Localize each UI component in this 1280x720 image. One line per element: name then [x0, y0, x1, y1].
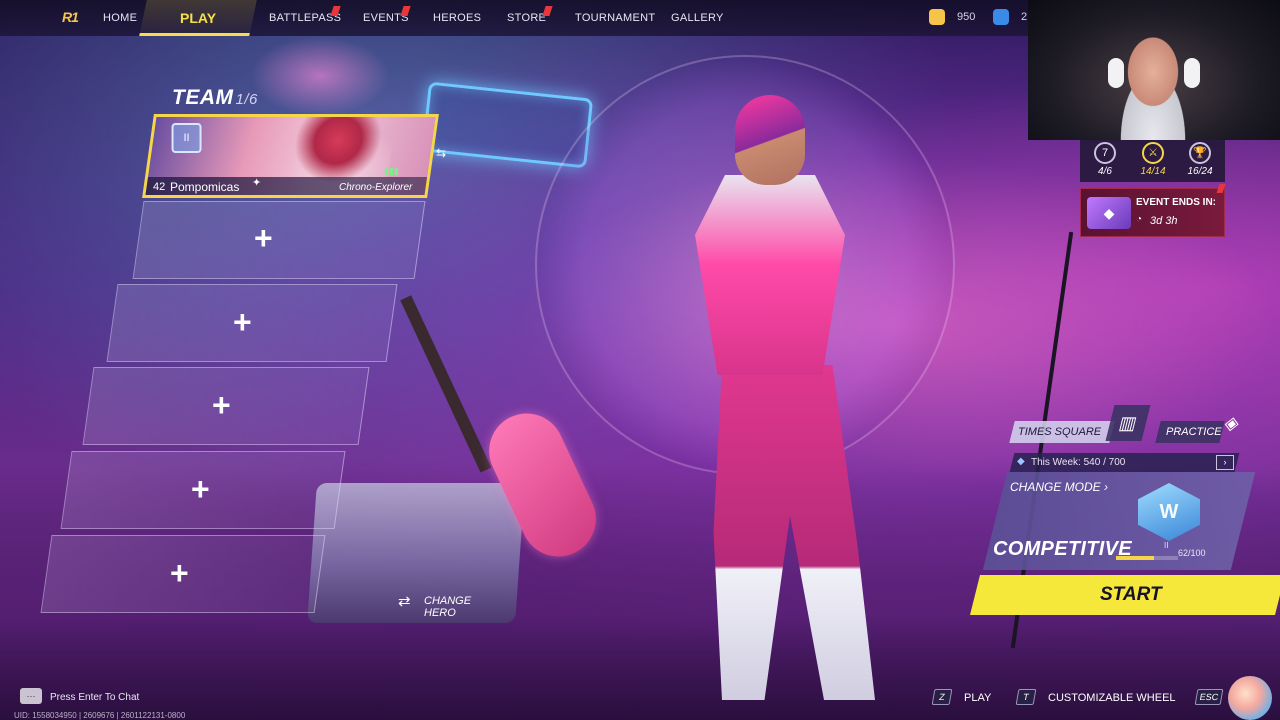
hero-count-icon: 7 — [1094, 142, 1116, 164]
empty-team-slot-3[interactable] — [106, 284, 398, 362]
nav-gallery[interactable]: GALLERY — [671, 0, 724, 36]
chat-hint[interactable]: Press Enter To Chat — [50, 692, 139, 703]
premium-currency-amount: 2 — [1021, 11, 1028, 23]
crossed-swords-icon: ⚔ — [1142, 142, 1164, 164]
stat-challenges-value: 14/14 — [1140, 166, 1166, 177]
hero-body — [695, 175, 845, 375]
online-status-icon: ▮▮▮ — [384, 166, 399, 176]
nav-events[interactable]: EVENTS — [363, 0, 409, 36]
chat-icon[interactable]: ··· — [20, 688, 42, 704]
customizable-wheel-shortcut[interactable]: CUSTOMIZABLE WHEEL — [1048, 692, 1176, 704]
stat-trophies-value: 16/24 — [1187, 166, 1213, 177]
wheel-key-cap: T — [1015, 689, 1037, 705]
progress-stats: 7 4/6 ⚔ 14/14 🏆 16/24 — [1080, 140, 1225, 182]
rank-progress-label: 62/100 — [1178, 548, 1206, 558]
stat-challenges[interactable]: ⚔ 14/14 — [1131, 140, 1175, 177]
swap-icon[interactable]: ⇆ — [436, 146, 452, 160]
headphone-left — [1108, 58, 1124, 88]
event-timer-card[interactable]: ◆ EVENT ENDS IN: ◔ 3d 3h — [1080, 188, 1225, 237]
rank-progress-bar — [1116, 556, 1178, 560]
week-max: / 700 — [1103, 457, 1126, 468]
add-player-icon: + — [212, 387, 231, 423]
week-value: 540 — [1083, 457, 1101, 468]
swap-arrows-icon: ⇄ — [398, 593, 411, 610]
rank-tier: II — [1164, 541, 1169, 550]
nav-store[interactable]: STORE — [507, 0, 546, 36]
nav-tournament[interactable]: TOURNAMENT — [575, 0, 655, 36]
events-alert-badge — [400, 6, 411, 16]
stat-heroes-value: 4/6 — [1098, 166, 1112, 177]
add-player-icon: + — [254, 220, 273, 256]
map-tab-times-square[interactable]: TIMES SQUARE — [1009, 421, 1115, 443]
change-mode-button[interactable]: CHANGE MODE › — [1010, 480, 1108, 494]
add-player-icon: + — [170, 555, 189, 591]
map-tab-label: TIMES SQUARE — [1018, 426, 1102, 438]
neon-sign-glow — [250, 36, 390, 116]
store-alert-badge — [542, 6, 553, 16]
change-hero-label: CHANGE HERO — [424, 595, 472, 619]
game-logo[interactable]: R1 — [62, 9, 98, 27]
weekly-icon: ◆ — [1017, 456, 1025, 467]
esc-key-cap[interactable]: ESC — [1194, 689, 1224, 705]
hero-legs — [713, 365, 875, 700]
stat-trophies[interactable]: 🏆 16/24 — [1178, 140, 1222, 177]
game-mode-name: COMPETITIVE — [993, 538, 1132, 560]
weekly-progress-text: This Week: 540 / 700 — [1031, 457, 1125, 468]
guitar-neck — [400, 295, 492, 473]
stat-heroes[interactable]: 7 4/6 — [1083, 140, 1127, 177]
nav-battlepass[interactable]: BATTLEPASS — [269, 0, 341, 36]
hero-character — [640, 95, 890, 705]
week-label: This Week: — [1031, 457, 1081, 468]
start-button-label: START — [1100, 584, 1162, 605]
change-mode-label: CHANGE MODE — [1010, 480, 1101, 494]
nav-play-label: PLAY — [179, 10, 217, 26]
gold-currency-amount: 950 — [957, 11, 976, 23]
player-emblem-icon: ✦ — [252, 177, 262, 189]
uid-text: UID: 1558034950 | 2609676 | 2601122131-0… — [14, 711, 186, 720]
nav-heroes[interactable]: HEROES — [433, 0, 481, 36]
event-ends-label: EVENT ENDS IN: — [1136, 197, 1217, 208]
team-title: TEAM 1/6 — [172, 86, 258, 110]
streamer-mascot-avatar — [1228, 676, 1272, 720]
add-player-icon: + — [191, 471, 210, 507]
practice-icon: ◈ — [1222, 413, 1242, 433]
team-title-label: TEAM — [172, 86, 234, 109]
chevron-right-icon[interactable]: › — [1216, 455, 1234, 470]
rank-icon: II — [171, 123, 202, 153]
map-icon: ▥ — [1105, 405, 1151, 441]
hero-head — [735, 95, 805, 185]
player-level: 42 — [153, 181, 166, 193]
trophy-icon: 🏆 — [1189, 142, 1211, 164]
nav-play[interactable]: PLAY — [139, 0, 257, 36]
clock-icon: ◔ — [1136, 214, 1143, 225]
player-title: Chrono-Explorer — [339, 182, 413, 193]
event-chest-icon: ◆ — [1087, 197, 1131, 229]
premium-currency-icon — [993, 9, 1009, 25]
change-hero-button[interactable]: ⇄ CHANGE HERO — [394, 590, 504, 619]
streamer-webcam — [1028, 0, 1280, 140]
event-time-remaining: 3d 3h — [1150, 215, 1178, 227]
nav-home[interactable]: HOME — [103, 0, 137, 36]
play-shortcut[interactable]: PLAY — [964, 692, 991, 704]
headphone-right — [1184, 58, 1200, 88]
add-player-icon: + — [233, 304, 252, 340]
empty-team-slot-2[interactable] — [132, 201, 426, 279]
top-navigation-bar: R1 HOME PLAY BATTLEPASS EVENTS HEROES ST… — [0, 0, 1028, 36]
team-count: 1/6 — [235, 91, 258, 108]
player-name: Pompomicas — [170, 180, 240, 194]
play-key-cap: Z — [931, 689, 953, 705]
gold-currency-icon — [929, 9, 945, 25]
rank-progress-fill — [1116, 556, 1155, 560]
